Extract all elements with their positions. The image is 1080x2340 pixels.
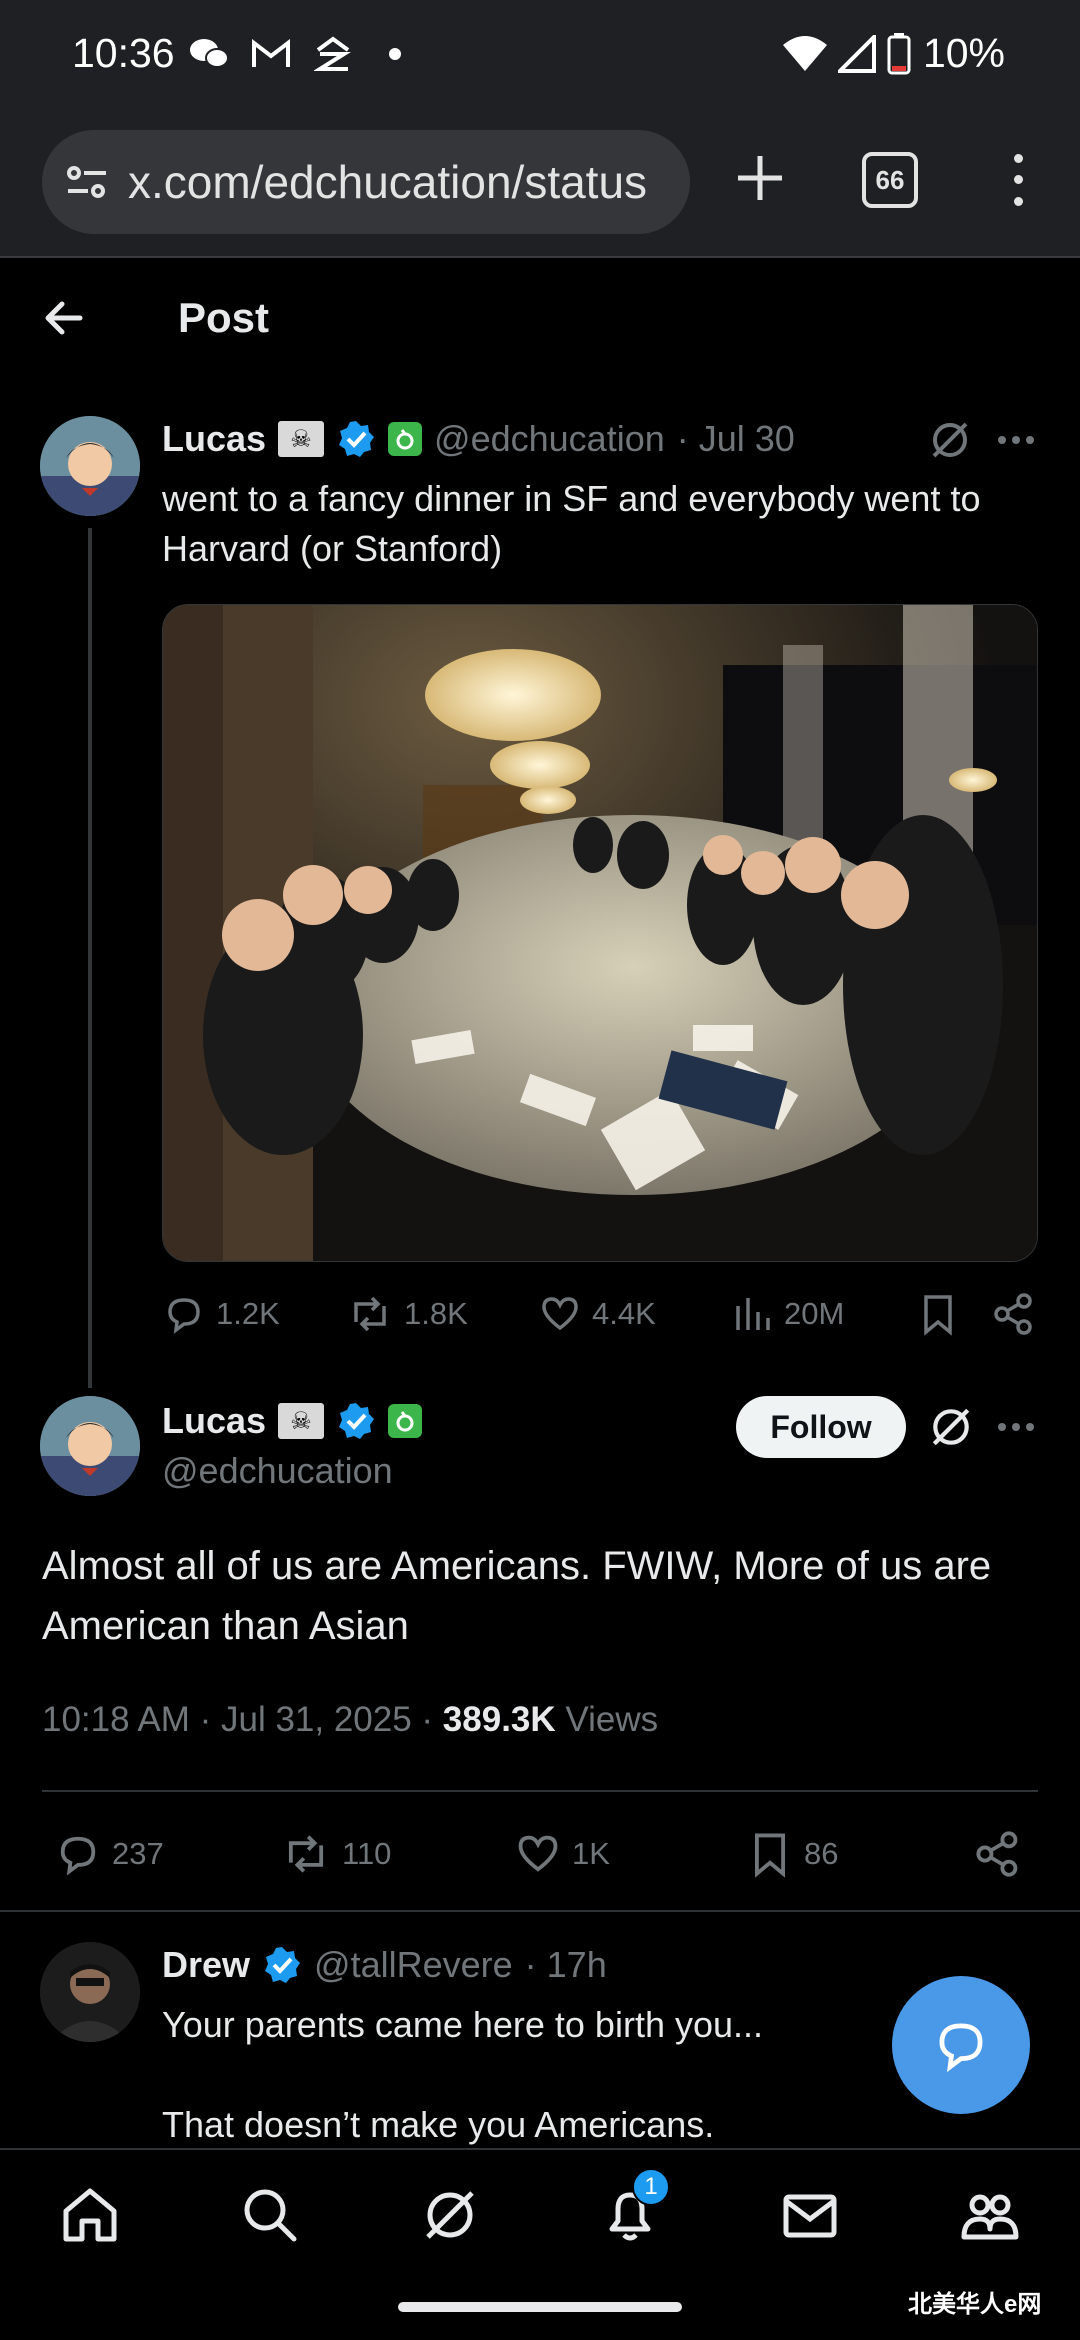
status-bar: 10:36 10% xyxy=(0,0,1080,108)
new-tab-icon[interactable] xyxy=(730,148,790,208)
main-post-text: Almost all of us are Americans. FWIW, Mo… xyxy=(42,1544,992,1648)
grok-icon[interactable] xyxy=(928,1404,974,1450)
tab-switcher-button[interactable]: 66 xyxy=(862,152,918,208)
page-title: Post xyxy=(178,294,270,341)
reply-icon xyxy=(939,2023,983,2073)
like-count: 4.4K xyxy=(592,1296,656,1331)
signal-icon xyxy=(836,34,878,74)
home-indicator[interactable] xyxy=(398,2302,682,2312)
home-icon[interactable] xyxy=(58,2183,122,2247)
post-image[interactable] xyxy=(162,604,1038,1262)
repost-button[interactable]: 110 xyxy=(280,1830,391,1878)
compose-reply-button[interactable] xyxy=(892,1976,1030,2114)
url-text[interactable]: x.com/edchucation/status xyxy=(128,155,647,209)
post-date[interactable]: · Jul 30 xyxy=(677,418,795,460)
repost-icon xyxy=(288,1835,324,1873)
reply-header: Drew @tallRevere · 17h xyxy=(162,1944,607,1986)
zillow-icon xyxy=(310,34,356,74)
parent-post-header: Lucas ☠ @edchucation · Jul 30 xyxy=(162,418,795,460)
heart-icon xyxy=(518,1835,558,1872)
back-arrow-icon[interactable] xyxy=(40,294,88,342)
reply-icon xyxy=(60,1836,96,1876)
thread-line xyxy=(88,528,92,1388)
views-button[interactable]: 20M xyxy=(730,1292,844,1336)
views-count: 389.3K xyxy=(442,1700,556,1739)
reply-line-2: That doesn’t make you Americans. xyxy=(162,2104,715,2145)
battery-percentage: 10% xyxy=(922,30,1005,76)
dot-icon xyxy=(380,34,410,74)
reply-count: 1.2K xyxy=(216,1296,280,1331)
view-count: 20M xyxy=(784,1296,845,1331)
wechat-icon xyxy=(186,34,232,74)
site-settings-icon[interactable] xyxy=(64,159,110,205)
grok-icon[interactable] xyxy=(928,418,972,462)
post-timestamp: 10:18 AM · Jul 31, 2025 · 389.3K Views xyxy=(42,1700,658,1740)
reply-button[interactable]: 237 xyxy=(54,1830,164,1878)
share-icon[interactable] xyxy=(974,1830,1022,1878)
main-post-header: Lucas ☠ xyxy=(162,1400,423,1442)
author-handle[interactable]: @edchucation xyxy=(434,418,665,460)
repost-count: 110 xyxy=(342,1836,392,1871)
watermark: 北美华人e网 xyxy=(908,2291,1042,2318)
browser-menu-icon[interactable] xyxy=(1000,148,1036,212)
heart-icon xyxy=(542,1297,578,1331)
bookmark-button[interactable]: 86 xyxy=(746,1830,838,1878)
battery-icon xyxy=(884,33,914,75)
repost-count: 1.8K xyxy=(404,1296,468,1331)
repost-icon xyxy=(354,1296,386,1332)
divider xyxy=(0,1910,1080,1912)
parent-post-text: went to a fancy dinner in SF and everybo… xyxy=(162,478,981,569)
gmail-icon xyxy=(248,34,294,74)
author-name[interactable]: Lucas xyxy=(162,1400,266,1442)
repost-button[interactable]: 1.8K xyxy=(346,1292,468,1336)
follow-button[interactable]: Follow xyxy=(736,1396,906,1458)
divider xyxy=(42,1790,1038,1792)
reply-button[interactable]: 1.2K xyxy=(162,1292,280,1336)
wifi-icon xyxy=(780,34,830,74)
bookmark-count: 86 xyxy=(804,1836,839,1871)
grok-icon[interactable] xyxy=(418,2183,482,2247)
more-options-icon[interactable] xyxy=(996,428,1036,452)
verified-badge-icon[interactable] xyxy=(336,419,376,459)
browser-toolbar: x.com/edchucation/status 66 xyxy=(0,108,1080,258)
post-date[interactable]: · 17h xyxy=(525,1944,607,1986)
pirate-flag-icon: ☠ xyxy=(278,421,325,457)
like-button[interactable]: 1K xyxy=(514,1830,610,1878)
address-bar[interactable]: x.com/edchucation/status xyxy=(42,130,690,234)
status-time: 10:36 xyxy=(72,30,175,76)
like-button[interactable]: 4.4K xyxy=(538,1292,656,1336)
search-icon[interactable] xyxy=(238,2183,302,2247)
reply-icon xyxy=(168,1298,200,1334)
verified-badge-icon[interactable] xyxy=(336,1401,376,1441)
avatar[interactable] xyxy=(40,416,140,516)
bookmark-icon[interactable] xyxy=(916,1292,960,1336)
reply-count: 237 xyxy=(112,1836,164,1871)
author-name[interactable]: Drew xyxy=(162,1944,250,1986)
author-name[interactable]: Lucas xyxy=(162,418,266,460)
communities-icon[interactable] xyxy=(958,2183,1022,2247)
author-handle[interactable]: @tallRevere xyxy=(314,1944,513,1986)
views-label: Views xyxy=(555,1700,659,1739)
avatar[interactable] xyxy=(40,1396,140,1496)
avatar[interactable] xyxy=(40,1942,140,2042)
analytics-icon xyxy=(736,1298,770,1330)
affiliate-badge-icon[interactable] xyxy=(388,1404,423,1438)
affiliate-badge-icon[interactable] xyxy=(388,422,423,456)
timestamp-text[interactable]: 10:18 AM · Jul 31, 2025 · xyxy=(42,1700,443,1739)
mail-icon[interactable] xyxy=(778,2183,842,2247)
notification-badge: 1 xyxy=(632,2168,670,2206)
like-count: 1K xyxy=(572,1836,610,1871)
reply-text: Your parents came here to birth you... T… xyxy=(162,2000,1022,2150)
share-icon[interactable] xyxy=(992,1292,1036,1336)
verified-badge-icon[interactable] xyxy=(262,1945,302,1985)
bookmark-icon xyxy=(755,1833,785,1878)
pirate-flag-icon: ☠ xyxy=(278,1403,325,1439)
more-options-icon[interactable] xyxy=(996,1415,1036,1439)
author-handle[interactable]: @edchucation xyxy=(162,1450,393,1492)
